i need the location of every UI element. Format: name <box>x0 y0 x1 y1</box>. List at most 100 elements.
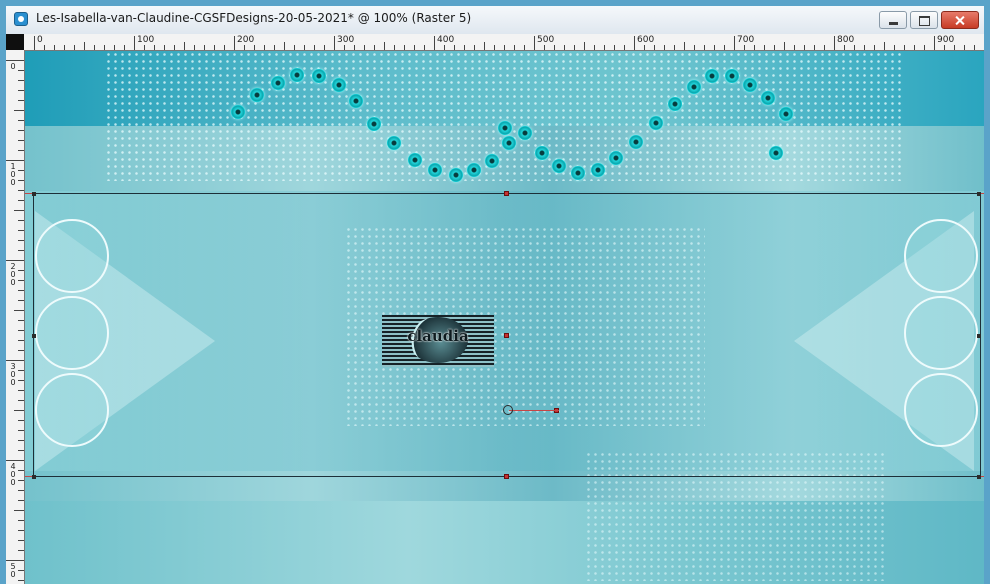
handle-corner-br[interactable] <box>977 475 981 479</box>
ruler-tick <box>14 110 24 111</box>
ruler-tick <box>604 45 605 50</box>
ruler-tick <box>934 36 935 50</box>
flower-ornament <box>231 105 245 119</box>
ruler-tick <box>534 36 535 50</box>
ruler-tick <box>6 560 24 561</box>
close-button[interactable] <box>941 11 979 29</box>
ruler-tick <box>214 45 215 50</box>
ruler-tick <box>834 36 835 50</box>
handle-center[interactable] <box>504 333 509 338</box>
ruler-tick <box>6 160 24 161</box>
ruler-tick <box>18 380 24 381</box>
ruler-tick <box>884 42 885 50</box>
handle-left[interactable] <box>32 334 36 338</box>
ruler-tick <box>414 45 415 50</box>
ruler-tick <box>874 45 875 50</box>
window-title: Les-Isabella-van-Claudine-CGSFDesigns-20… <box>36 11 472 25</box>
ruler-tick <box>144 45 145 50</box>
ruler-tick <box>18 100 24 101</box>
ruler-tick <box>18 90 24 91</box>
ruler-tick <box>484 42 485 50</box>
ruler-tick <box>944 45 945 50</box>
ruler-tick <box>94 45 95 50</box>
ruler-tick <box>794 45 795 50</box>
ruler-tick <box>18 530 24 531</box>
ruler-tick <box>154 45 155 50</box>
flower-ornament <box>271 76 285 90</box>
ruler-label: 50 <box>10 562 16 579</box>
ruler-tick <box>64 45 65 50</box>
ruler-tick <box>324 45 325 50</box>
ruler-tick <box>6 360 24 361</box>
ruler-tick <box>14 410 24 411</box>
ruler-tick <box>18 330 24 331</box>
flower-ornament <box>312 69 326 83</box>
ruler-tick <box>18 400 24 401</box>
ruler-tick <box>18 500 24 501</box>
ruler-label: 0 <box>10 62 16 71</box>
ruler-tick <box>844 45 845 50</box>
ruler-tick <box>34 36 35 50</box>
watermark-logo: claudia <box>382 315 494 367</box>
ruler-tick <box>18 350 24 351</box>
ruler-tick <box>774 45 775 50</box>
ruler-tick <box>6 460 24 461</box>
rotation-pivot[interactable] <box>503 405 513 415</box>
ruler-label: 100 <box>137 35 155 45</box>
handle-right[interactable] <box>977 334 981 338</box>
ruler-tick <box>6 260 24 261</box>
horizontal-ruler[interactable]: 0 100 200 300 400 500 600 700 800 900 <box>24 34 984 51</box>
ruler-tick <box>18 240 24 241</box>
flower-ornament <box>290 68 304 82</box>
ruler-tick <box>624 45 625 50</box>
minimize-button[interactable] <box>879 11 907 29</box>
ruler-tick <box>14 210 24 211</box>
vertical-ruler[interactable]: 0 100 200 300 400 50 <box>6 50 25 584</box>
ruler-tick <box>18 190 24 191</box>
ruler-label: 300 <box>10 362 16 387</box>
flower-ornament <box>552 159 566 173</box>
ruler-tick <box>394 45 395 50</box>
flower-ornament <box>250 88 264 102</box>
ruler-tick <box>224 45 225 50</box>
ruler-tick <box>18 540 24 541</box>
flower-ornament <box>349 94 363 108</box>
ruler-tick <box>284 42 285 50</box>
ruler-tick <box>974 45 975 50</box>
ruler-tick <box>18 200 24 201</box>
ruler-tick <box>694 45 695 50</box>
flower-ornament <box>367 117 381 131</box>
handle-corner-bl[interactable] <box>32 475 36 479</box>
ruler-corner <box>6 34 24 50</box>
handle-corner-tl[interactable] <box>32 192 36 196</box>
ruler-tick <box>18 120 24 121</box>
handle-corner-tr[interactable] <box>977 192 981 196</box>
ruler-tick <box>18 280 24 281</box>
maximize-button[interactable] <box>910 11 938 29</box>
image-canvas[interactable]: claudia <box>25 51 984 584</box>
flower-ornament <box>428 163 442 177</box>
handle-top[interactable] <box>504 191 509 196</box>
ruler-tick <box>18 420 24 421</box>
ruler-tick <box>964 45 965 50</box>
rotation-line <box>509 410 559 411</box>
ruler-tick <box>114 45 115 50</box>
flower-ornament <box>332 78 346 92</box>
ruler-tick <box>14 310 24 311</box>
ruler-tick <box>424 45 425 50</box>
ruler-tick <box>684 42 685 50</box>
ruler-tick <box>714 45 715 50</box>
ruler-tick <box>924 45 925 50</box>
ruler-tick <box>674 45 675 50</box>
ruler-tick <box>18 170 24 171</box>
title-bar[interactable]: Les-Isabella-van-Claudine-CGSFDesigns-20… <box>6 6 984 35</box>
ruler-tick <box>14 510 24 511</box>
ruler-tick <box>18 570 24 571</box>
ruler-tick <box>434 36 435 50</box>
ruler-tick <box>784 42 785 50</box>
ruler-tick <box>204 45 205 50</box>
ruler-label: 900 <box>937 35 955 45</box>
flower-ornament <box>467 163 481 177</box>
handle-bottom[interactable] <box>504 474 509 479</box>
flower-ornament <box>779 107 793 121</box>
